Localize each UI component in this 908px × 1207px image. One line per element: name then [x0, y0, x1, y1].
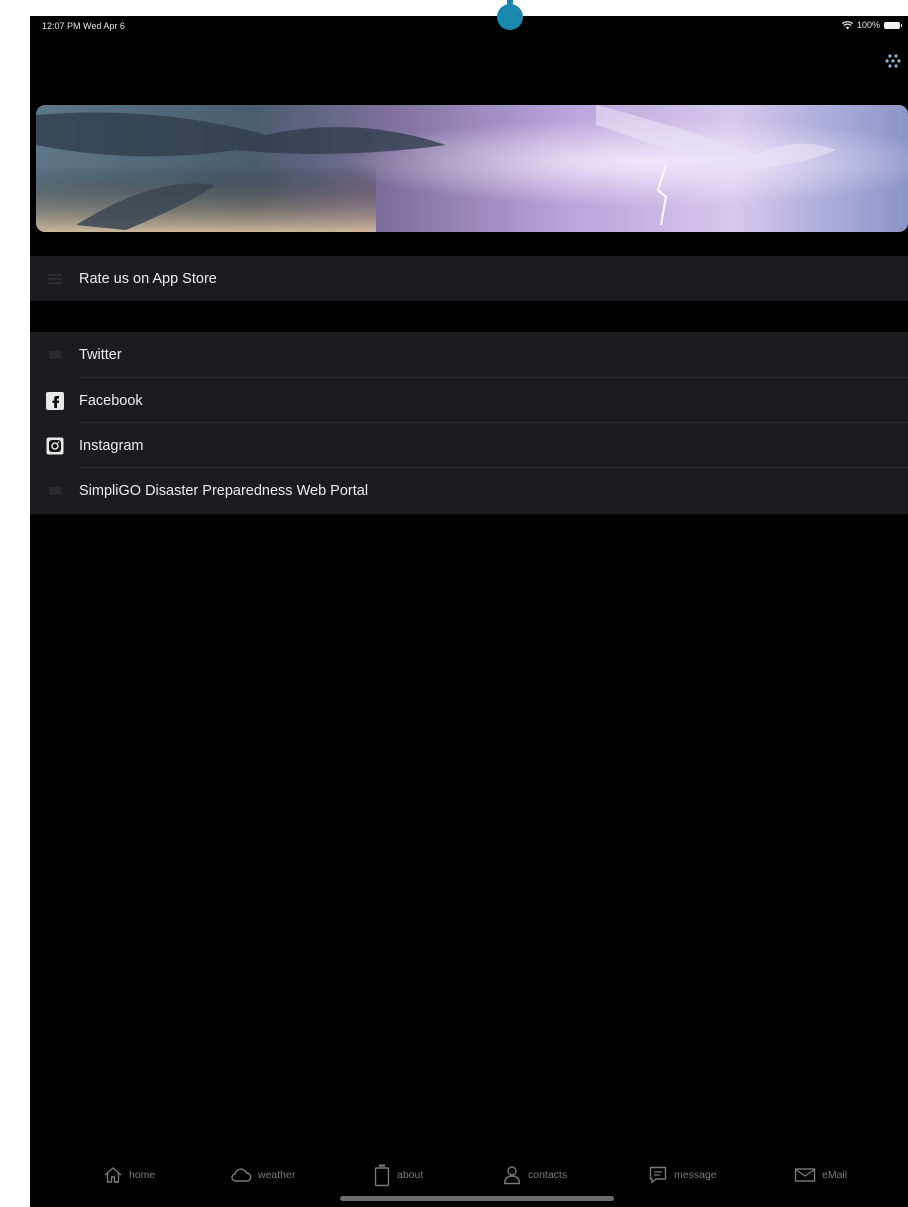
status-time: 12:07 PM Wed Apr 6: [42, 21, 125, 31]
tab-contacts[interactable]: contacts: [502, 1157, 567, 1192]
twitter-icon: [46, 346, 64, 364]
tab-weather[interactable]: weather: [230, 1157, 295, 1192]
link-row-web-portal[interactable]: SimpliGO Disaster Preparedness Web Porta…: [30, 468, 908, 514]
tab-email[interactable]: eMail: [794, 1157, 847, 1192]
dots-grid-icon[interactable]: [884, 52, 902, 70]
link-label: Twitter: [79, 347, 122, 363]
battery-icon: [884, 21, 902, 29]
battery-percent: 100%: [856, 20, 880, 30]
message-icon: [649, 1166, 667, 1183]
link-label: Instagram: [79, 437, 144, 454]
rate-app-store-row[interactable]: Rate us on App Store: [30, 256, 908, 301]
tab-home[interactable]: home: [103, 1157, 155, 1192]
tab-label: message: [674, 1168, 717, 1181]
app-screen: 12:07 PM Wed Apr 6 100% Rate us on App S…: [30, 16, 908, 1207]
bottom-tab-bar: home weather about contacts message eMai…: [30, 1157, 908, 1192]
tab-about[interactable]: about: [373, 1157, 423, 1192]
link-row-instagram[interactable]: Instagram: [30, 423, 908, 468]
instagram-icon: [46, 437, 64, 455]
tab-label: eMail: [822, 1168, 848, 1181]
list-icon: [46, 270, 64, 288]
home-icon: [104, 1166, 122, 1183]
rate-app-store-label: Rate us on App Store: [79, 270, 217, 287]
tab-label: weather: [258, 1168, 296, 1181]
tab-label: contacts: [528, 1168, 568, 1181]
storm-banner-image: [36, 105, 908, 232]
link-label: Facebook: [79, 392, 143, 409]
tab-label: home: [129, 1168, 156, 1181]
envelope-icon: [794, 1167, 816, 1182]
link-label: SimpliGO Disaster Preparedness Web Porta…: [79, 483, 369, 499]
bottle-icon: [374, 1164, 390, 1186]
link-row-twitter[interactable]: Twitter: [30, 332, 908, 378]
cloud-icon: [231, 1167, 252, 1182]
person-icon: [503, 1165, 521, 1184]
web-icon: [46, 482, 64, 500]
status-right: 100%: [841, 20, 902, 30]
tab-label: about: [397, 1168, 424, 1181]
home-indicator[interactable]: [340, 1196, 614, 1201]
camera-indicator-dot: [497, 4, 523, 30]
tab-message[interactable]: message: [648, 1157, 717, 1192]
facebook-icon: [46, 391, 64, 410]
wifi-icon: [841, 20, 853, 29]
link-row-facebook[interactable]: Facebook: [30, 378, 908, 423]
